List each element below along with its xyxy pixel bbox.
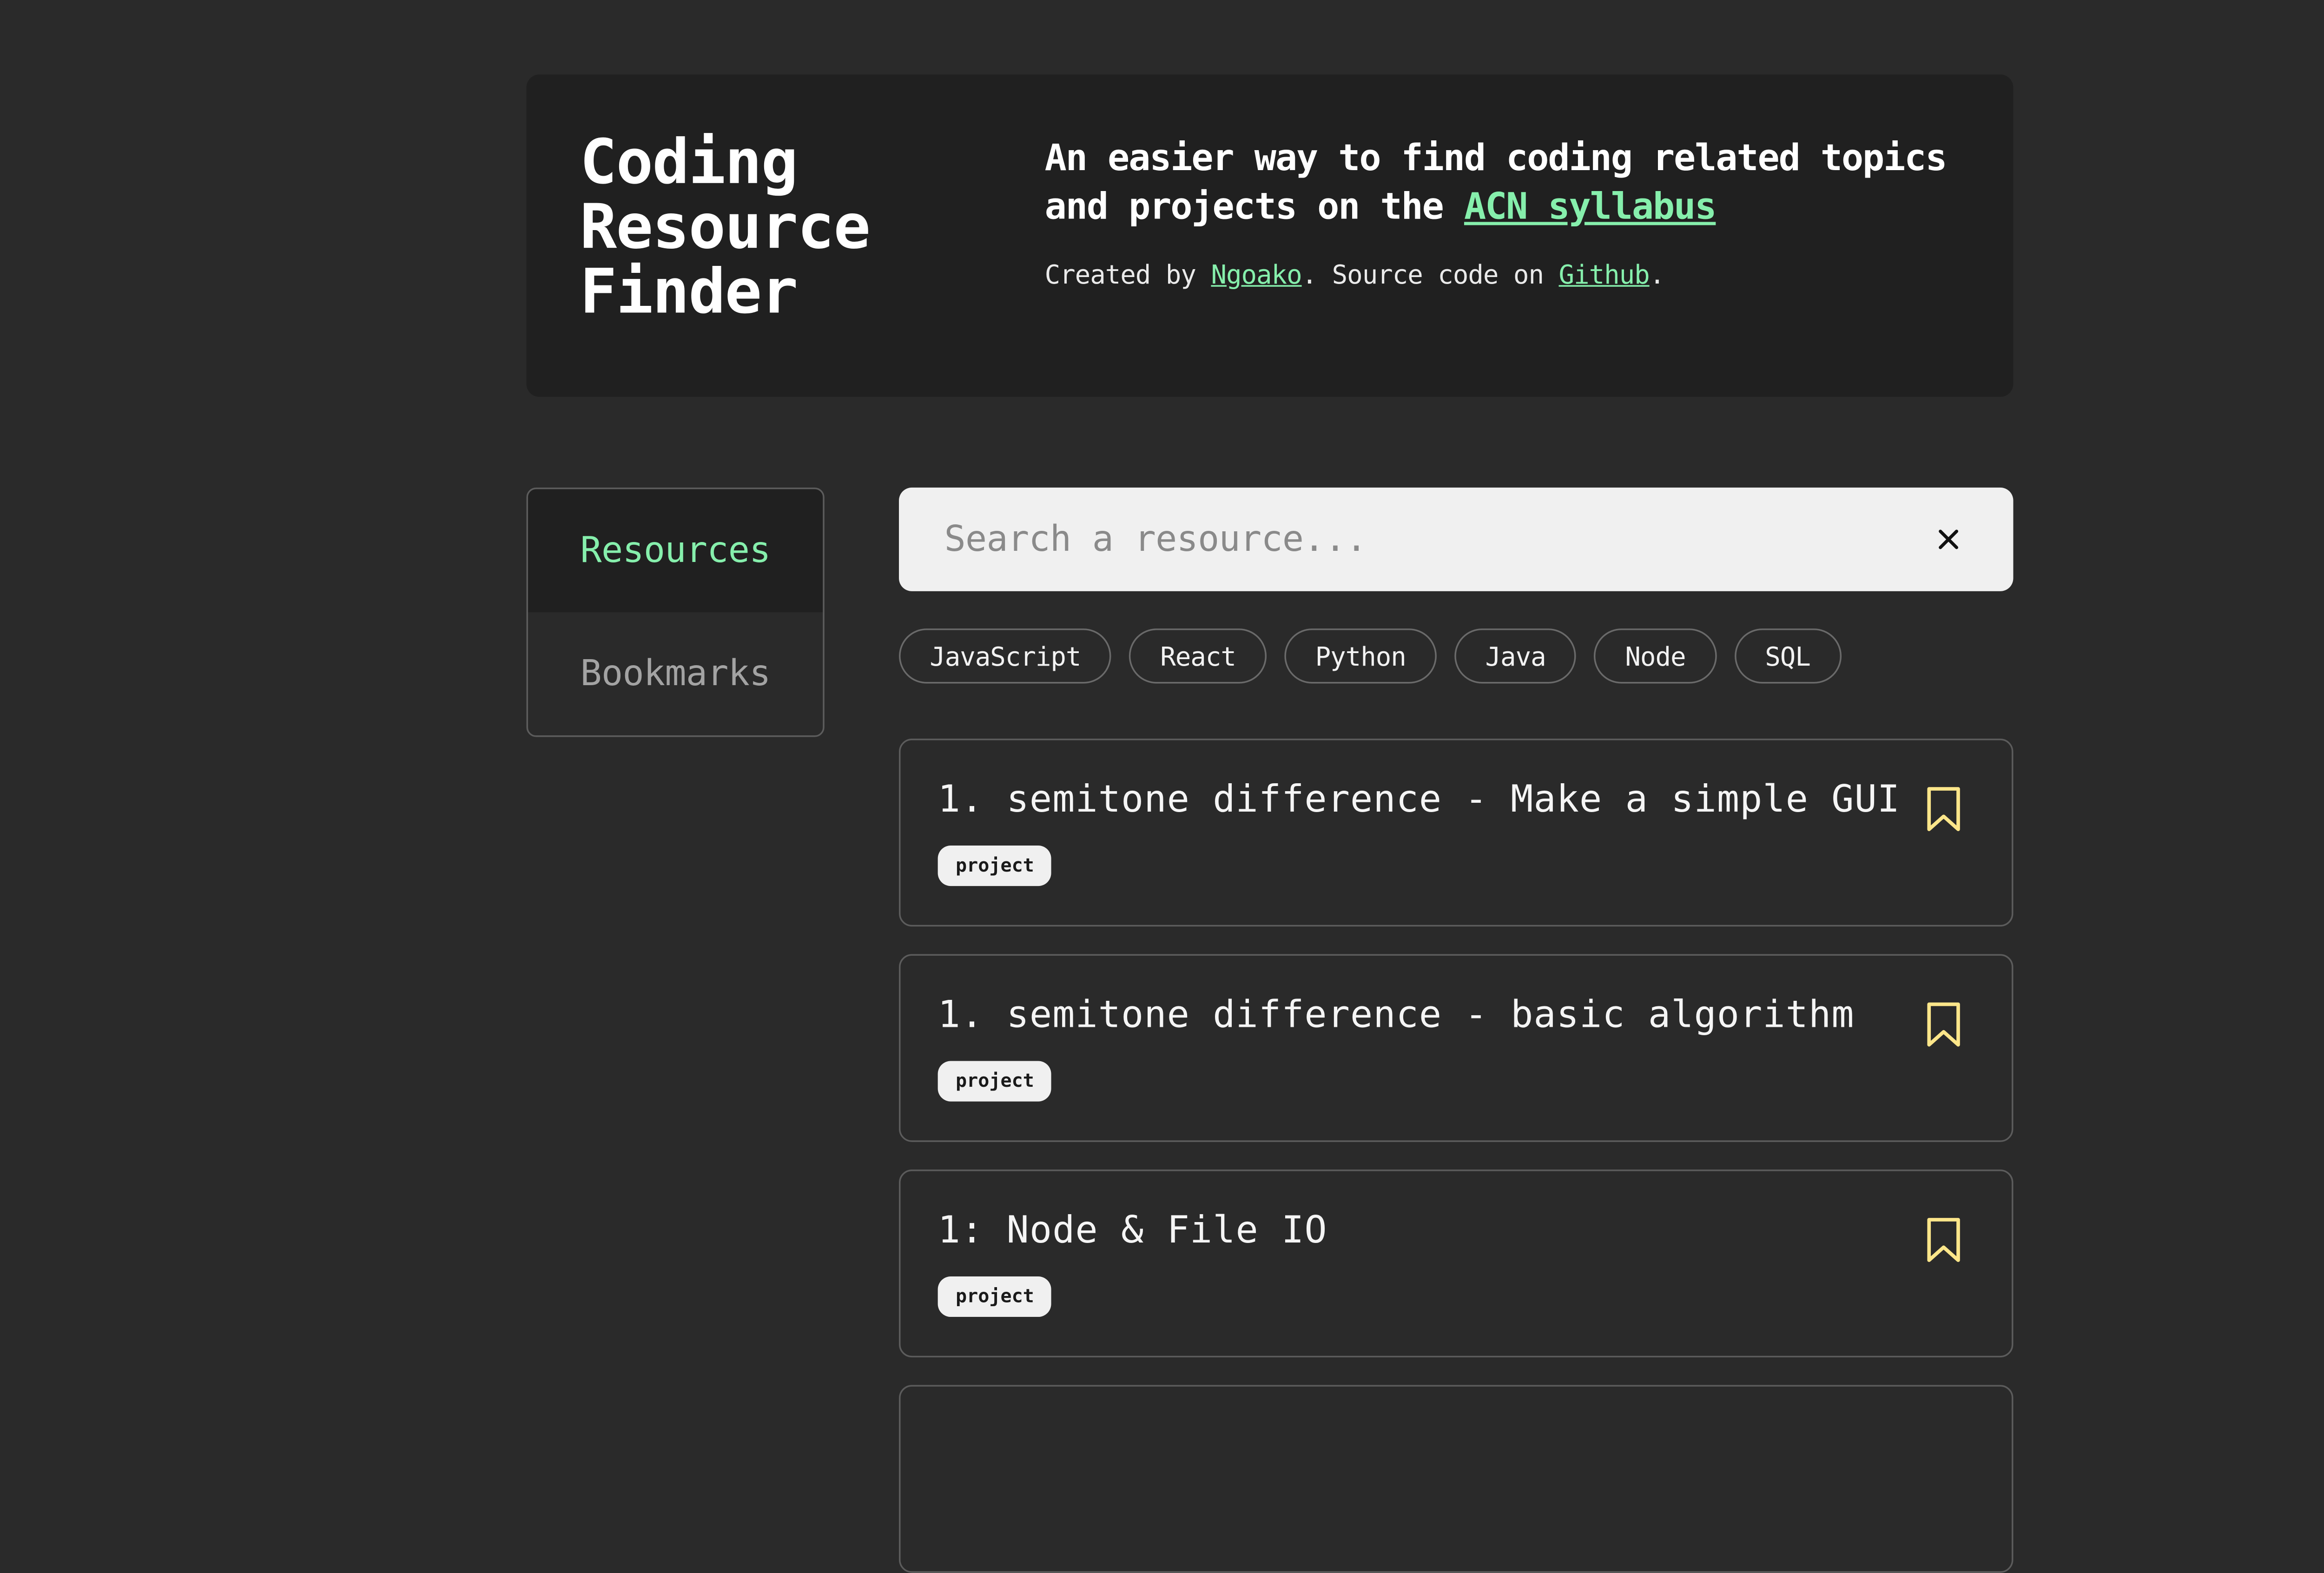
resource-card[interactable]: 1: Node & File IO project [899, 1169, 2014, 1358]
filter-tag-sql[interactable]: SQL [1734, 628, 1842, 684]
page: Coding Resource Finder An easier way to … [0, 0, 2324, 1573]
filter-tags: JavaScript React Python Java Node SQL [899, 628, 1842, 684]
header: Coding Resource Finder An easier way to … [526, 74, 2014, 397]
sidebar-nav: Resources Bookmarks [526, 487, 825, 737]
resource-title[interactable]: 1. semitone difference - basic algorithm [938, 995, 1855, 1037]
tagline: An easier way to find coding related top… [1045, 134, 1952, 231]
credits-created-by: Created by [1044, 259, 1196, 290]
close-icon[interactable] [1929, 520, 1968, 559]
credits: Created by Ngoako. Source code on Github… [1045, 256, 1665, 295]
filter-tag-react[interactable]: React [1129, 628, 1267, 684]
resource-title[interactable]: 1: Node & File IO [938, 1210, 1327, 1252]
resource-type-badge: project [938, 846, 1052, 886]
author-link[interactable]: Ngoako [1211, 259, 1302, 290]
filter-tag-java[interactable]: Java [1454, 628, 1577, 684]
credits-end: . [1649, 259, 1665, 290]
acn-syllabus-link[interactable]: ACN syllabus [1464, 186, 1717, 229]
app-title-line-3: Finder [580, 256, 799, 327]
github-link[interactable]: Github [1559, 259, 1650, 290]
nav-item-bookmarks[interactable]: Bookmarks [528, 612, 823, 735]
app-title-line-1: Coding [580, 126, 799, 198]
resource-card[interactable]: 1. semitone difference - Make a simple G… [899, 739, 2014, 927]
bookmark-icon[interactable] [1924, 1001, 1963, 1050]
resource-type-badge: project [938, 1276, 1052, 1317]
app-title: Coding Resource Finder [580, 126, 871, 327]
search-bar [899, 487, 2014, 591]
nav-item-resources[interactable]: Resources [528, 489, 823, 613]
filter-tag-python[interactable]: Python [1284, 628, 1437, 684]
resource-card[interactable]: 1. semitone difference - basic algorithm… [899, 954, 2014, 1142]
resource-card[interactable] [899, 1385, 2014, 1573]
filter-tag-node[interactable]: Node [1594, 628, 1717, 684]
resource-title[interactable]: 1. semitone difference - Make a simple G… [938, 779, 1901, 821]
search-input[interactable] [899, 487, 1871, 591]
resource-type-badge: project [938, 1061, 1052, 1102]
credits-source-text: . Source code on [1301, 259, 1544, 290]
app-title-line-2: Resource [580, 191, 871, 263]
bookmark-icon[interactable] [1924, 786, 1963, 834]
filter-tag-javascript[interactable]: JavaScript [899, 628, 1112, 684]
bookmark-icon[interactable] [1924, 1216, 1963, 1265]
